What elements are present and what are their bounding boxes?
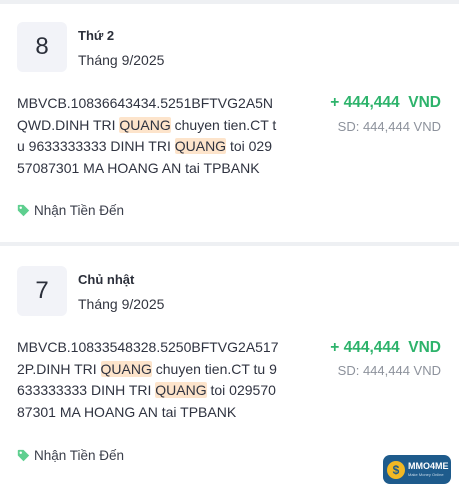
transaction-type-tag: Nhận Tiền Đến bbox=[17, 203, 124, 218]
weekday-label: Chủ nhật bbox=[78, 272, 135, 287]
date-day-box: 7 bbox=[17, 266, 67, 316]
transaction-description: MBVCB.10836643434.5251BFTVG2A5NQWD.DINH … bbox=[17, 93, 279, 179]
tag-label: Nhận Tiền Đến bbox=[34, 448, 125, 463]
highlighted-keyword: QUANG bbox=[174, 138, 227, 154]
highlighted-keyword: QUANG bbox=[100, 360, 152, 377]
transaction-type-tag: Nhận Tiền Đến bbox=[17, 448, 124, 463]
date-day-box: 8 bbox=[17, 22, 67, 72]
transaction-card[interactable]: 8 Thứ 2 Tháng 9/2025 MBVCB.10836643434.5… bbox=[0, 4, 459, 242]
transaction-amount: + 444,444 VND bbox=[330, 94, 441, 111]
transaction-description: MBVCB.10833548328.5250BFTVG2A5172P.DINH … bbox=[17, 337, 279, 423]
highlighted-keyword: QUANG bbox=[155, 382, 207, 398]
tag-icon bbox=[17, 204, 30, 217]
transaction-feed: 8 Thứ 2 Tháng 9/2025 MBVCB.10836643434.5… bbox=[0, 0, 459, 493]
balance-label: SD: 444,444 VND bbox=[337, 119, 441, 134]
tag-label: Nhận Tiền Đến bbox=[34, 203, 125, 218]
balance-label: SD: 444,444 VND bbox=[337, 363, 441, 378]
badge-name: MMO4ME bbox=[408, 461, 449, 471]
badge-text: MMO4ME Make Money Online bbox=[408, 462, 449, 477]
transaction-amount: + 444,444 VND bbox=[330, 339, 441, 356]
dollar-coin-icon: $ bbox=[387, 460, 405, 479]
weekday-label: Thứ 2 bbox=[78, 28, 115, 43]
badge-subtitle: Make Money Online bbox=[408, 472, 444, 477]
mmo4me-watermark-badge[interactable]: $ MMO4ME Make Money Online bbox=[383, 455, 451, 484]
month-label: Tháng 9/2025 bbox=[78, 52, 165, 68]
tag-icon bbox=[17, 449, 30, 462]
highlighted-keyword: QUANG bbox=[119, 116, 171, 133]
month-label: Tháng 9/2025 bbox=[78, 296, 165, 312]
